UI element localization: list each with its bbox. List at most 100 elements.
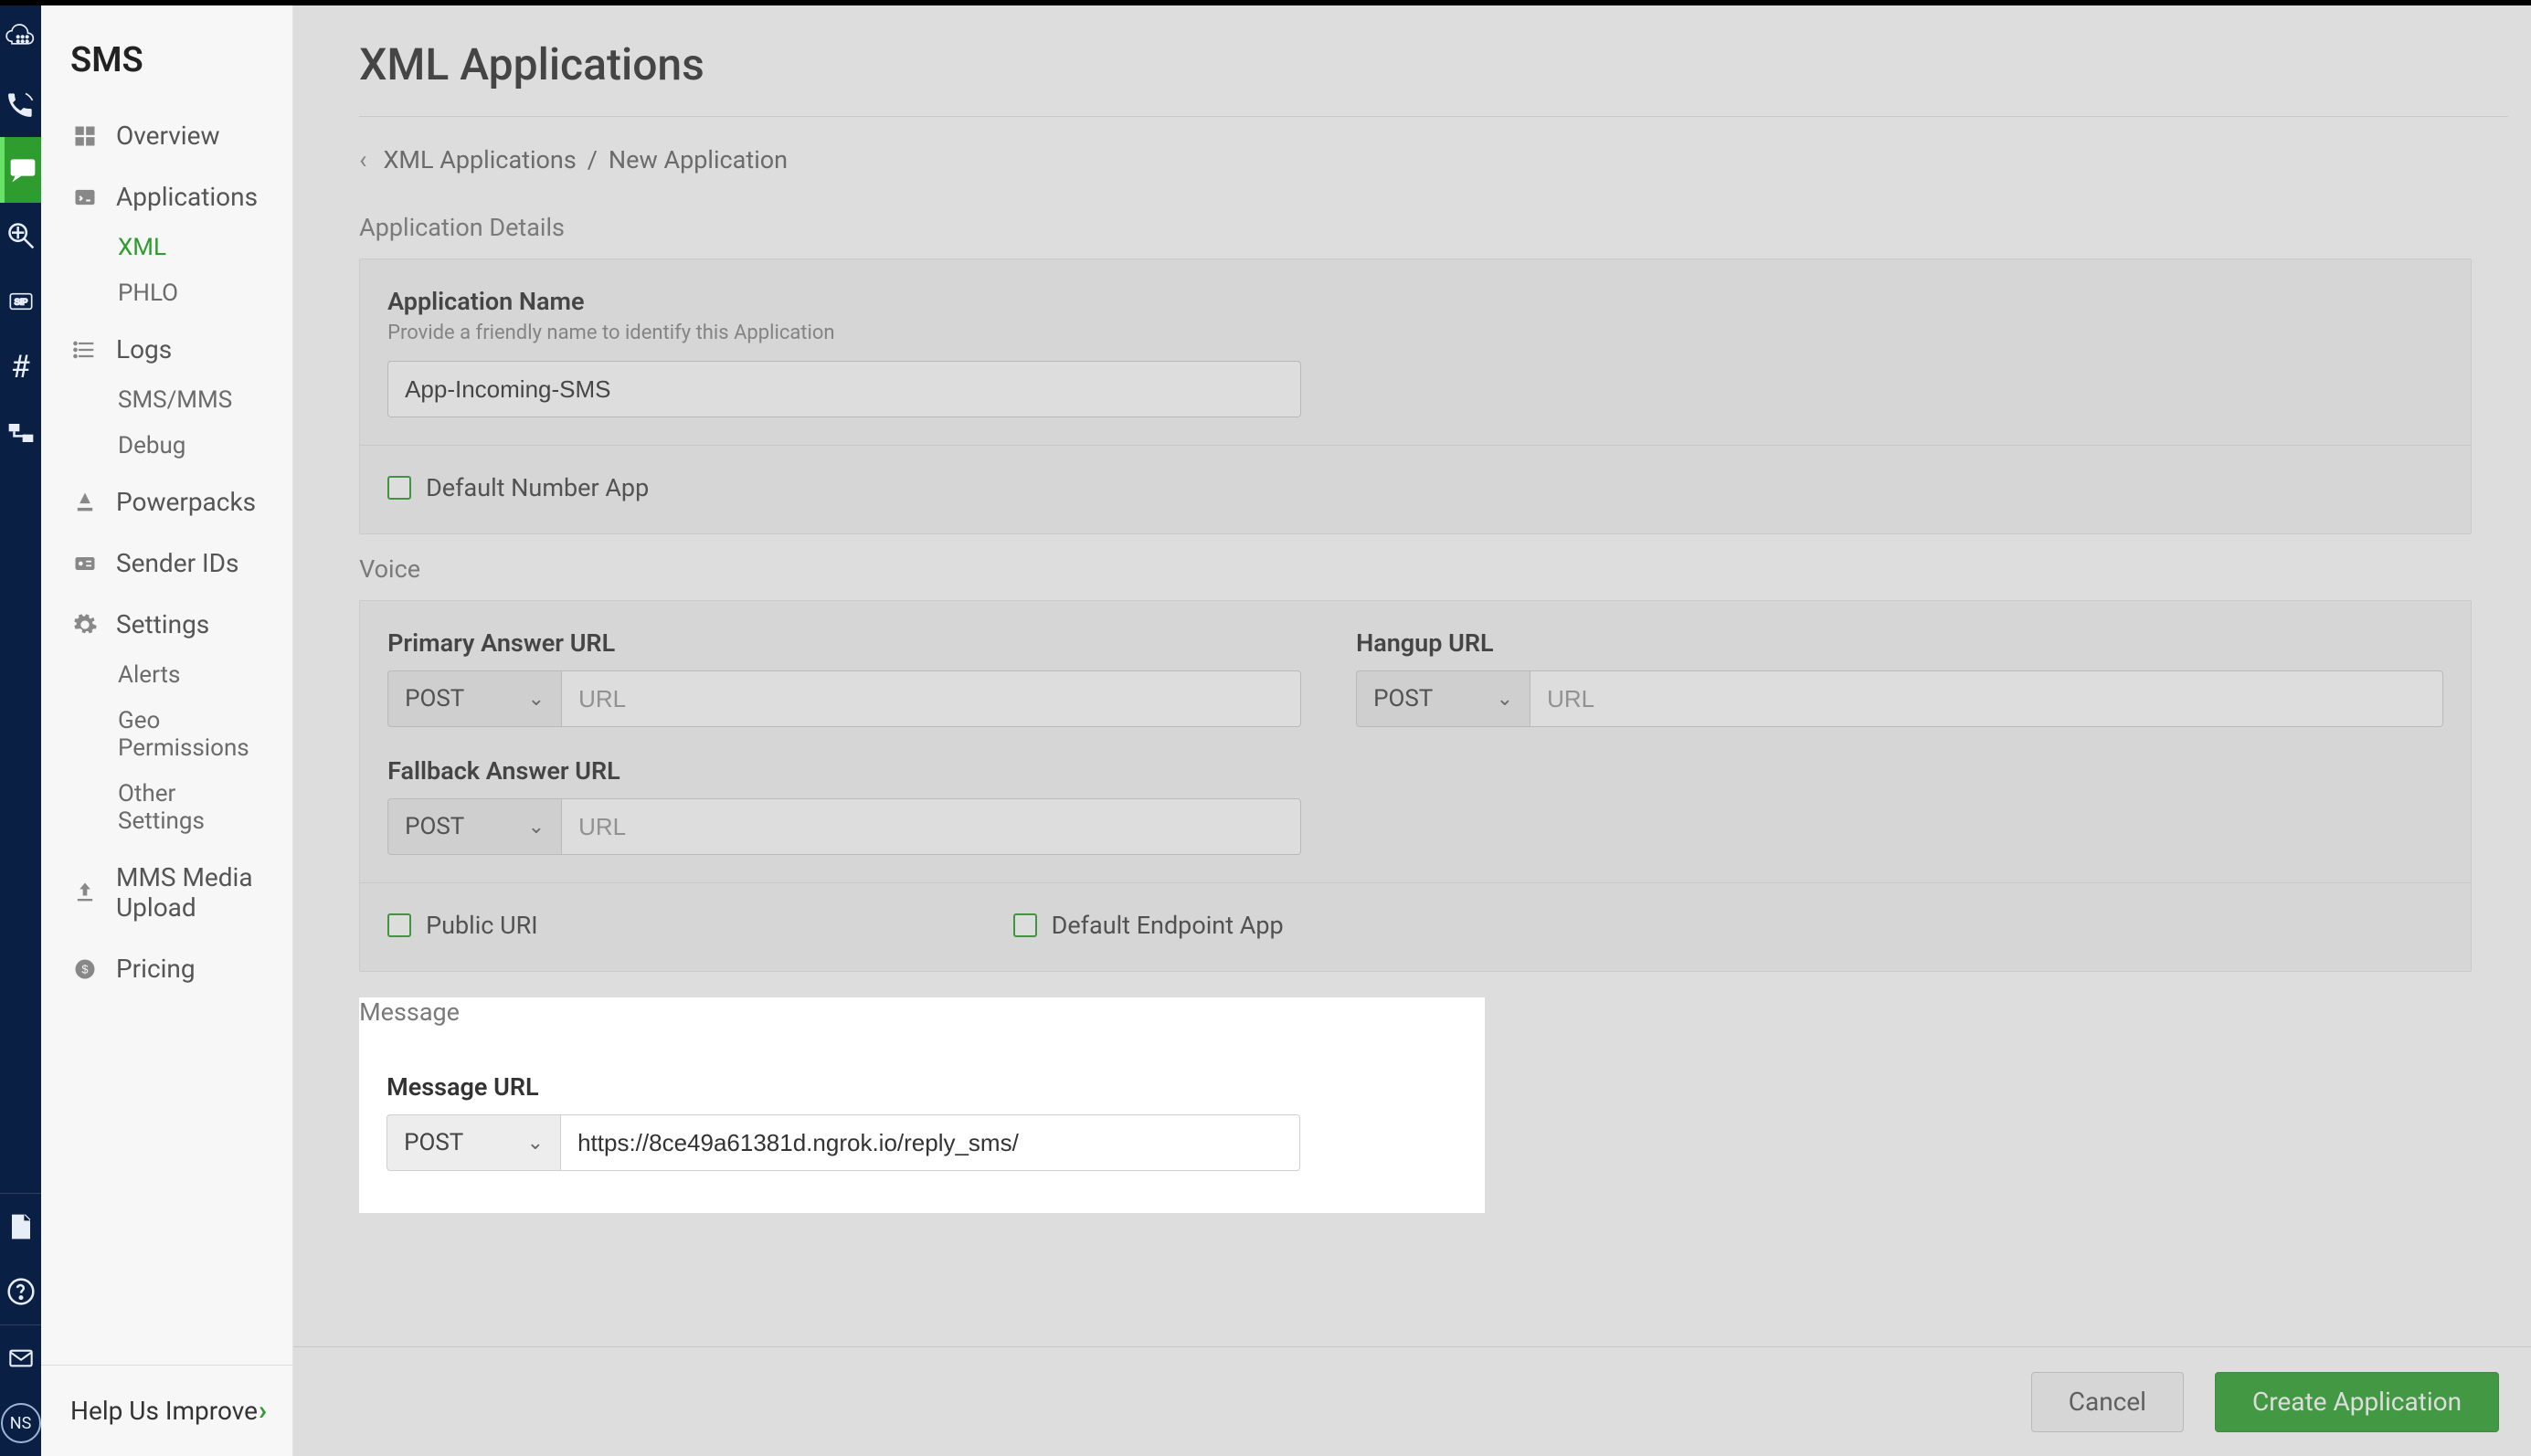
check-default-endpoint[interactable]: Default Endpoint App	[1013, 911, 1284, 940]
chevron-down-icon: ⌄	[528, 688, 545, 711]
check-default-number[interactable]: Default Number App	[387, 473, 2443, 502]
senderids-icon	[70, 549, 100, 578]
chevron-down-icon: ⌄	[528, 816, 545, 839]
combo-message: POST ⌄	[387, 1114, 1300, 1171]
label-hangup: Hangup URL	[1356, 628, 2443, 658]
rail-docs[interactable]	[0, 1193, 41, 1259]
upload-icon	[70, 878, 100, 907]
sidebar-item-settings[interactable]: Settings	[41, 596, 283, 652]
applications-icon	[70, 183, 100, 212]
input-message-url[interactable]	[560, 1114, 1300, 1171]
chevron-left-icon[interactable]: ‹	[359, 144, 372, 174]
sidebar-sub-alerts[interactable]: Alerts	[41, 652, 283, 698]
input-primary-url[interactable]	[561, 670, 1301, 727]
combo-primary-answer: POST ⌄	[387, 670, 1301, 727]
hash-icon: #	[3, 349, 39, 385]
sidebar-item-label: Sender IDs	[116, 548, 238, 578]
breadcrumb-current: New Application	[609, 145, 788, 174]
method-select-message[interactable]: POST ⌄	[387, 1114, 560, 1171]
sidebar-item-pricing[interactable]: $ Pricing	[41, 941, 283, 997]
nav-rail: SIP # NS	[0, 5, 41, 1456]
cancel-button[interactable]: Cancel	[2031, 1372, 2184, 1432]
section-sidebar: SMS Overview Applications XML	[41, 5, 293, 1456]
rail-logo[interactable]	[0, 5, 41, 71]
sidebar-item-label: Powerpacks	[116, 487, 256, 517]
sidebar-item-label: Pricing	[116, 954, 196, 984]
input-hangup-url[interactable]	[1530, 670, 2443, 727]
sidebar-item-senderids[interactable]: Sender IDs	[41, 535, 283, 591]
sidebar-item-powerpacks[interactable]: Powerpacks	[41, 474, 283, 530]
svg-text:$: $	[81, 962, 88, 976]
sidebar-item-applications[interactable]: Applications	[41, 169, 283, 225]
account-avatar: NS	[1, 1403, 41, 1443]
sidebar-sub-smsmms[interactable]: SMS/MMS	[41, 377, 283, 423]
svg-text:SIP: SIP	[14, 297, 27, 306]
sidebar-sub-phlo[interactable]: PHLO	[41, 270, 283, 316]
sidebar-footer[interactable]: Help Us Improve ›	[41, 1365, 292, 1456]
rail-trunk[interactable]	[0, 400, 41, 466]
section-label-details: Application Details	[359, 213, 2472, 242]
check-label: Default Endpoint App	[1052, 911, 1284, 940]
checkbox-icon[interactable]	[387, 913, 411, 937]
gear-icon	[70, 610, 100, 639]
check-public-uri[interactable]: Public URI	[387, 911, 538, 940]
rail-sms[interactable]	[0, 137, 41, 203]
sidebar-menu: Overview Applications XML PHLO	[41, 108, 292, 1365]
method-select-primary[interactable]: POST ⌄	[387, 670, 561, 727]
powerpacks-icon	[70, 488, 100, 517]
checkbox-icon[interactable]	[387, 476, 411, 500]
sidebar-sub-geo[interactable]: Geo Permissions	[41, 698, 283, 771]
breadcrumb: ‹ XML Applications / New Application	[359, 117, 2508, 193]
sidebar-item-overview[interactable]: Overview	[41, 108, 283, 164]
section-label-message: Message	[359, 997, 1485, 1027]
label-app-name: Application Name	[387, 287, 2443, 316]
rail-voice[interactable]	[0, 71, 41, 137]
sidebar-sub-other[interactable]: Other Settings	[41, 771, 283, 844]
method-value: POST	[405, 685, 464, 712]
method-value: POST	[404, 1129, 463, 1156]
combo-hangup: POST ⌄	[1356, 670, 2443, 727]
rail-inbox[interactable]	[0, 1324, 41, 1390]
pricing-icon: $	[70, 955, 100, 984]
label-primary-answer: Primary Answer URL	[387, 628, 1301, 658]
card-voice: Primary Answer URL POST ⌄ Hangup URL	[359, 600, 2472, 972]
input-app-name[interactable]	[387, 361, 1301, 417]
rail-lookup[interactable]	[0, 203, 41, 269]
sidebar-sub-debug[interactable]: Debug	[41, 423, 283, 469]
sidebar-item-label: Overview	[116, 121, 220, 151]
combo-fallback: POST ⌄	[387, 798, 1301, 855]
check-label: Public URI	[426, 911, 538, 940]
breadcrumb-sep: /	[588, 145, 598, 174]
rail-sip[interactable]: SIP	[0, 269, 41, 334]
method-value: POST	[1373, 685, 1433, 712]
form-scroll: Application Details Application Name Pro…	[359, 193, 2508, 1456]
sidebar-item-label: Logs	[116, 334, 172, 364]
checkbox-icon[interactable]	[1013, 913, 1037, 937]
chevron-right-icon: ›	[259, 1395, 267, 1427]
sidebar-item-label: Settings	[116, 609, 209, 639]
rail-account-badge[interactable]: NS	[0, 1390, 41, 1456]
rail-numbers[interactable]: #	[0, 334, 41, 400]
help-app-name: Provide a friendly name to identify this…	[387, 322, 2443, 344]
chevron-down-icon: ⌄	[1497, 688, 1513, 711]
label-message-url: Message URL	[387, 1072, 1456, 1102]
create-application-button[interactable]: Create Application	[2215, 1372, 2499, 1432]
method-select-hangup[interactable]: POST ⌄	[1356, 670, 1530, 727]
chevron-down-icon: ⌄	[527, 1132, 544, 1155]
logs-icon	[70, 335, 100, 364]
rail-help[interactable]	[0, 1259, 41, 1324]
method-value: POST	[405, 813, 464, 840]
sidebar-sub-xml[interactable]: XML	[41, 225, 283, 270]
sidebar-item-label: Applications	[116, 182, 258, 212]
breadcrumb-parent[interactable]: XML Applications	[384, 145, 577, 174]
page-title: XML Applications	[359, 38, 2508, 117]
sidebar-item-mmsupload[interactable]: MMS Media Upload	[41, 849, 283, 935]
method-select-fallback[interactable]: POST ⌄	[387, 798, 561, 855]
sidebar-item-label: MMS Media Upload	[116, 862, 258, 923]
card-message: Message URL POST ⌄	[359, 1043, 1483, 1204]
check-label: Default Number App	[426, 473, 649, 502]
label-fallback: Fallback Answer URL	[387, 756, 2443, 786]
input-fallback-url[interactable]	[561, 798, 1301, 855]
sidebar-item-logs[interactable]: Logs	[41, 322, 283, 377]
overview-icon	[70, 121, 100, 151]
